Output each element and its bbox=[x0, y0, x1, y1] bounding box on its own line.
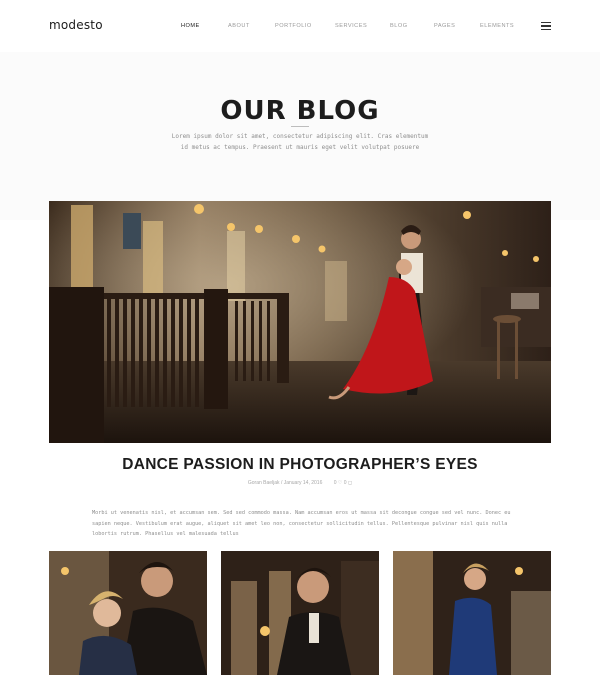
post-date: January 14, 2016 bbox=[283, 480, 323, 486]
nav-item-services[interactable]: SERVICES bbox=[335, 23, 367, 29]
comment-icon[interactable]: ◻ bbox=[348, 480, 352, 486]
post-excerpt: Morbi ut venenatis nisl, et accumsan sem… bbox=[92, 510, 511, 537]
nav-item-portfolio[interactable]: PORTFOLIO bbox=[275, 23, 312, 29]
title-divider bbox=[291, 126, 309, 127]
nav-item-pages[interactable]: PAGES bbox=[434, 23, 455, 29]
nav-item-blog[interactable]: BLOG bbox=[390, 23, 408, 29]
heart-icon[interactable]: ♡ bbox=[338, 480, 342, 486]
hamburger-menu-icon[interactable] bbox=[541, 22, 551, 30]
post-thumbnail[interactable] bbox=[49, 551, 207, 675]
likes-count: 0 bbox=[333, 480, 337, 486]
post-thumbnail[interactable] bbox=[393, 551, 551, 675]
featured-post-image[interactable] bbox=[49, 201, 551, 443]
site-header: modesto HOME ABOUT PORTFOLIO SERVICES BL… bbox=[0, 0, 600, 52]
nav-item-elements[interactable]: ELEMENTS bbox=[480, 23, 514, 29]
post-thumbnail[interactable] bbox=[221, 551, 379, 675]
nav-item-about[interactable]: ABOUT bbox=[228, 23, 250, 29]
page-title: OUR BLOG bbox=[220, 96, 380, 126]
post-title[interactable]: DANCE PASSION IN PHOTOGRAPHER’S EYES bbox=[0, 456, 600, 474]
post-author[interactable]: Goran Baeljak bbox=[248, 480, 280, 486]
page-intro-text: Lorem ipsum dolor sit amet, consectetur … bbox=[171, 133, 429, 151]
nav-item-home[interactable]: HOME bbox=[181, 23, 200, 29]
comments-count: 0 bbox=[343, 480, 347, 486]
post-meta: Goran Baeljak / January 14, 2016 0 ♡ 0 ◻ bbox=[0, 480, 600, 486]
main-nav: HOME ABOUT PORTFOLIO SERVICES BLOG PAGES… bbox=[0, 23, 600, 33]
post-stats: 0 ♡ 0 ◻ bbox=[334, 480, 352, 486]
